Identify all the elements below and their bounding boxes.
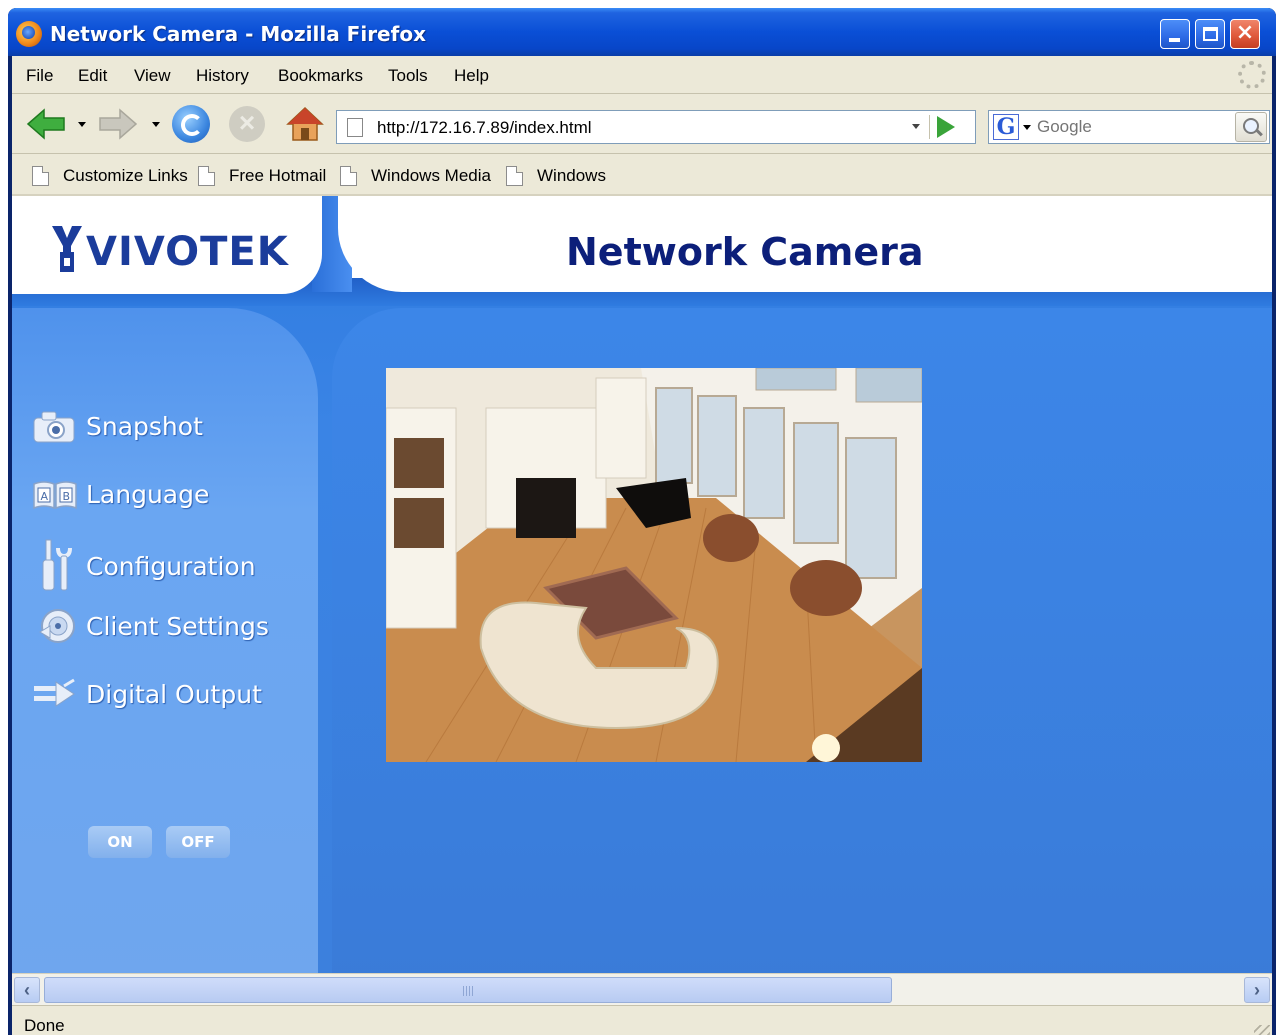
url-separator	[929, 115, 930, 139]
menu-history[interactable]: History	[196, 66, 249, 86]
maximize-icon	[1203, 27, 1218, 41]
bookmark-label: Free Hotmail	[229, 166, 327, 185]
status-bar: Done	[12, 1005, 1272, 1035]
google-engine-icon[interactable]: G	[993, 114, 1019, 140]
page-icon	[198, 166, 215, 186]
scroll-right-icon[interactable]: ›	[1244, 977, 1270, 1003]
digital-output-on-button[interactable]: ON	[88, 826, 152, 858]
resize-grip-icon[interactable]	[1254, 1025, 1270, 1035]
digital-output-off-button[interactable]: OFF	[166, 826, 230, 858]
digital-output-icon	[34, 678, 75, 707]
sidebar-item-configuration[interactable]: Configuration	[30, 538, 256, 594]
firefox-icon	[16, 21, 42, 47]
search-icon[interactable]	[1235, 112, 1267, 142]
scroll-thumb[interactable]	[44, 977, 892, 1003]
menu-bookmarks[interactable]: Bookmarks	[278, 66, 363, 86]
maximize-button[interactable]	[1195, 19, 1225, 49]
minimize-icon	[1169, 38, 1180, 42]
scroll-left-icon[interactable]: ‹	[14, 977, 40, 1003]
vivotek-logo-icon	[52, 226, 82, 272]
stop-icon[interactable]	[229, 106, 265, 142]
tools-icon	[42, 539, 72, 591]
sidebar-item-label: Snapshot	[86, 411, 203, 441]
search-bar: G	[988, 110, 1270, 144]
url-dropdown-icon[interactable]	[905, 111, 927, 143]
bookmarks-toolbar: Customize Links Free Hotmail Windows Med…	[12, 154, 1272, 196]
close-button[interactable]: ×	[1230, 19, 1260, 49]
bookmark-label: Windows	[537, 166, 606, 185]
logo-text: VIVOTEK	[86, 229, 289, 275]
sidebar: Snapshot A B Language Configuration Clie…	[12, 308, 318, 973]
sidebar-item-label: Client Settings	[86, 611, 269, 641]
menu-file[interactable]: File	[26, 66, 53, 86]
bookmark-free-hotmail[interactable]: Free Hotmail	[198, 164, 326, 188]
vivotek-logo[interactable]: VIVOTEK	[52, 226, 289, 272]
go-button[interactable]	[937, 116, 955, 138]
browser-window: Network Camera - Mozilla Firefox × File …	[8, 8, 1276, 1035]
svg-text:B: B	[63, 490, 71, 503]
reload-icon[interactable]	[172, 105, 210, 143]
home-icon[interactable]	[286, 106, 324, 142]
bookmark-windows[interactable]: Windows	[506, 164, 606, 188]
bookmark-label: Windows Media	[371, 166, 491, 185]
menu-tools[interactable]: Tools	[388, 66, 428, 86]
sidebar-item-digital-output[interactable]: Digital Output	[30, 674, 262, 714]
status-text: Done	[24, 1016, 65, 1035]
back-dropdown-icon[interactable]	[78, 122, 86, 127]
forward-icon[interactable]	[98, 108, 138, 140]
minimize-button[interactable]	[1160, 19, 1190, 49]
search-input[interactable]	[1037, 114, 1223, 140]
page-icon	[347, 118, 363, 137]
camera-live-view[interactable]	[386, 368, 922, 762]
sidebar-item-language[interactable]: A B Language	[30, 474, 209, 514]
menu-view[interactable]: View	[134, 66, 171, 86]
url-text[interactable]: http://172.16.7.89/index.html	[377, 118, 592, 138]
search-engine-dropdown-icon[interactable]	[1023, 125, 1031, 130]
menu-edit[interactable]: Edit	[78, 66, 107, 86]
page-icon	[340, 166, 357, 186]
language-icon: A B	[33, 481, 77, 510]
page-title: Network Camera	[566, 230, 924, 274]
title-bar[interactable]: Network Camera - Mozilla Firefox ×	[8, 8, 1276, 56]
back-icon[interactable]	[26, 108, 66, 140]
bookmark-customize-links[interactable]: Customize Links	[32, 164, 188, 188]
navigation-toolbar: http://172.16.7.89/index.html G	[12, 94, 1272, 154]
sidebar-item-snapshot[interactable]: Snapshot	[30, 406, 203, 446]
page-icon	[506, 166, 523, 186]
bookmark-windows-media[interactable]: Windows Media	[340, 164, 491, 188]
sidebar-item-client-settings[interactable]: Client Settings	[30, 606, 269, 646]
svg-text:A: A	[41, 490, 49, 503]
throbber-icon	[1238, 61, 1266, 89]
close-icon: ×	[1235, 20, 1255, 45]
page-content: VIVOTEK Network Camera Snapshot A B Lang…	[12, 196, 1272, 973]
sidebar-item-label: Configuration	[86, 551, 256, 581]
scroll-grip-icon	[463, 986, 475, 996]
camera-icon	[33, 411, 75, 443]
bookmark-label: Customize Links	[63, 166, 188, 185]
sidebar-item-label: Digital Output	[86, 679, 262, 709]
menu-bar: File Edit View History Bookmarks Tools H…	[12, 56, 1272, 94]
client-settings-icon	[39, 609, 75, 643]
address-bar[interactable]: http://172.16.7.89/index.html	[336, 110, 976, 144]
page-icon	[32, 166, 49, 186]
sidebar-item-label: Language	[86, 479, 210, 509]
window-title: Network Camera - Mozilla Firefox	[50, 22, 426, 46]
forward-dropdown-icon[interactable]	[152, 122, 160, 127]
horizontal-scrollbar[interactable]: ‹ ›	[12, 973, 1272, 1005]
menu-help[interactable]: Help	[454, 66, 489, 86]
